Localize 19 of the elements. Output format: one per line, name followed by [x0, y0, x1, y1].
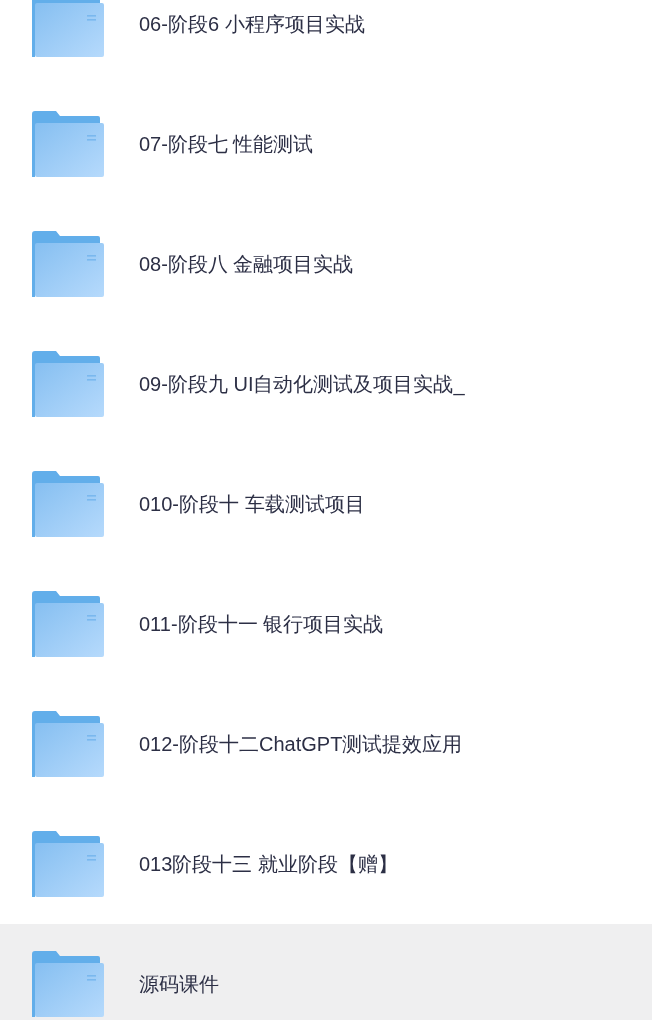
folder-icon [32, 831, 104, 897]
folder-icon [32, 951, 104, 1017]
folder-name: 010-阶段十 车载测试项目 [139, 492, 365, 517]
folder-name: 012-阶段十二ChatGPT测试提效应用 [139, 732, 463, 757]
folder-icon [32, 711, 104, 777]
folder-icon [32, 0, 104, 57]
folder-row[interactable]: 源码课件 [0, 924, 652, 1020]
folder-name: 源码课件 [139, 972, 219, 997]
folder-name: 07-阶段七 性能测试 [139, 132, 314, 157]
folder-icon [32, 231, 104, 297]
folder-icon [32, 111, 104, 177]
folder-icon [32, 351, 104, 417]
folder-name: 09-阶段九 UI自动化测试及项目实战_ [139, 372, 465, 398]
folder-name: 013阶段十三 就业阶段【赠】 [139, 852, 398, 877]
folder-name: 08-阶段八 金融项目实战 [139, 252, 354, 277]
folder-icon [32, 471, 104, 537]
folder-name: 06-阶段6 小程序项目实战 [139, 12, 365, 37]
folder-name: 011-阶段十一 银行项目实战 [139, 612, 384, 637]
folder-icon [32, 591, 104, 657]
